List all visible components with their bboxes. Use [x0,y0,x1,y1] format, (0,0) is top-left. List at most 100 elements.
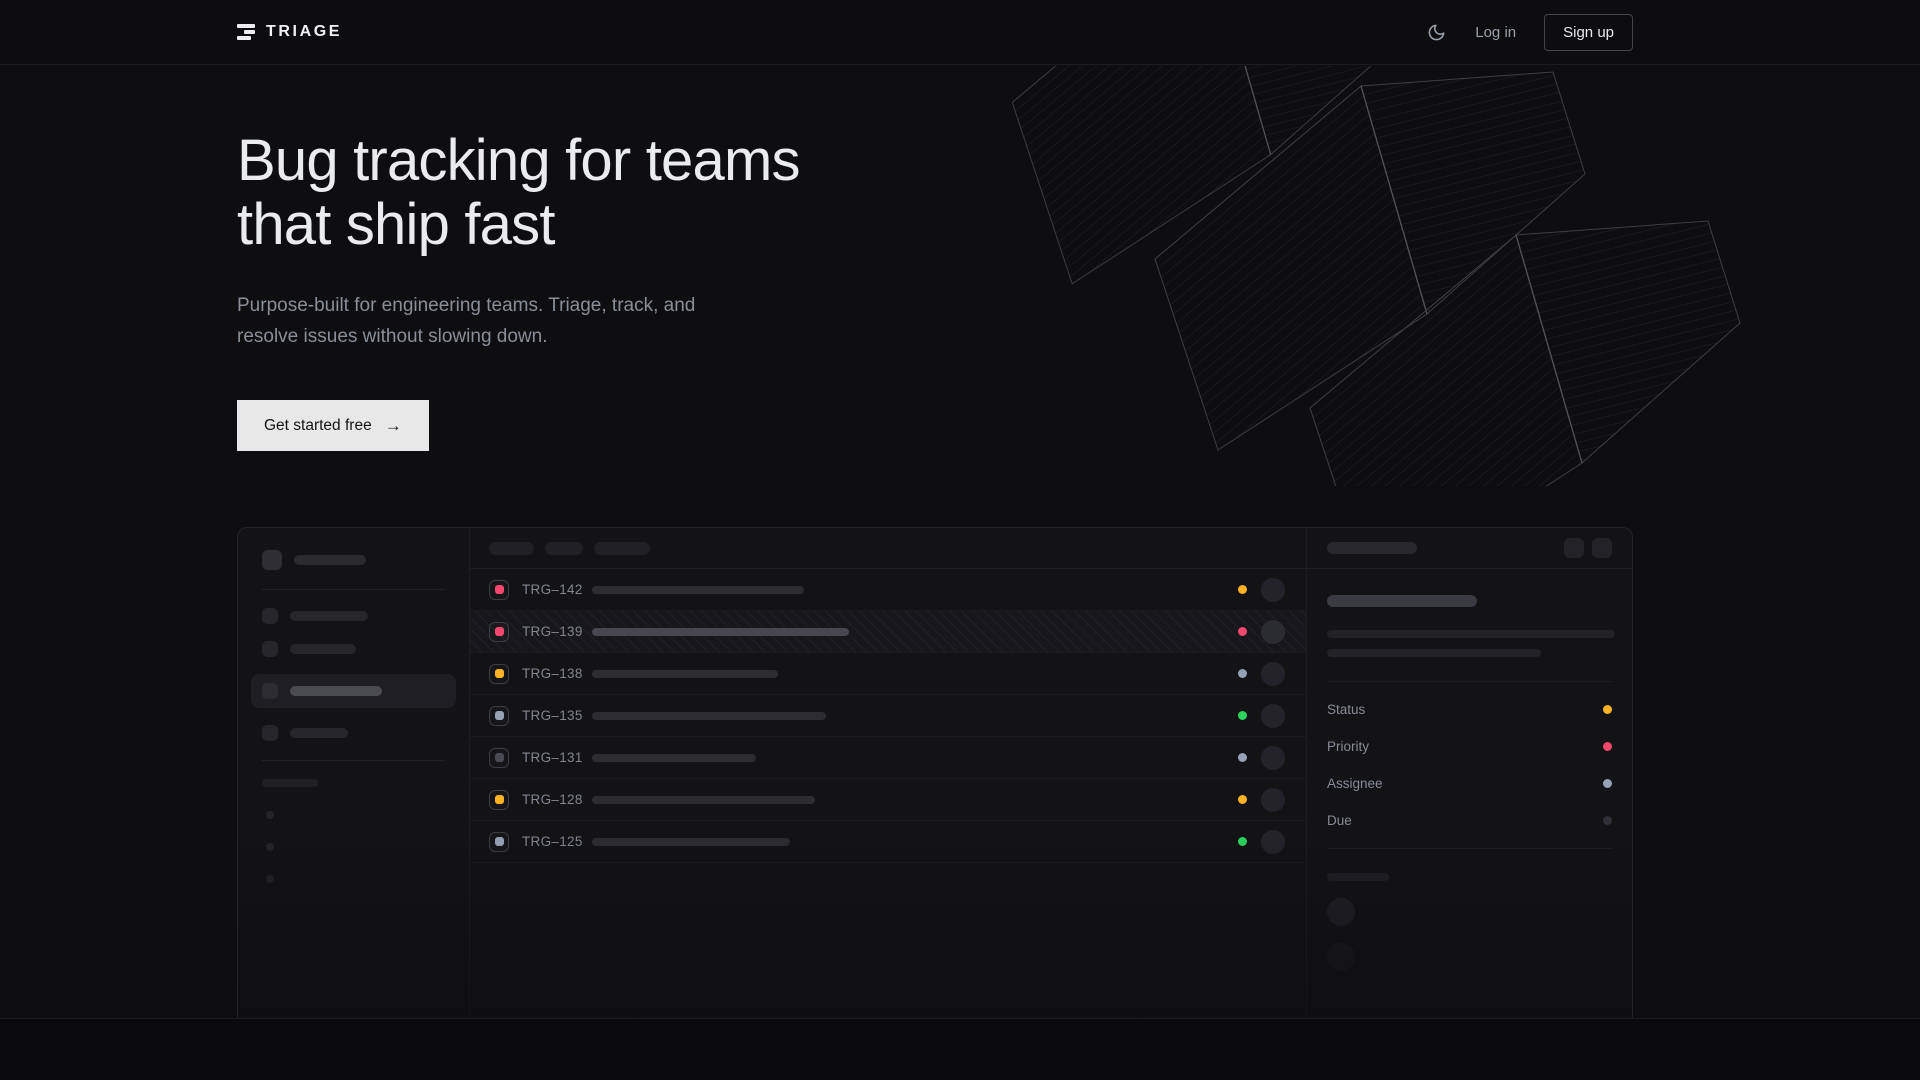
issue-row: TRG–139 [470,611,1306,653]
signup-button[interactable]: Sign up [1544,14,1633,51]
theme-toggle-button[interactable] [1425,21,1447,43]
detail-field-label: Status [1327,702,1365,717]
detail-field-dot [1603,705,1612,714]
issue-type-dot [495,585,504,594]
sidebar-list-dot [266,875,274,883]
detail-field-dot [1603,816,1612,825]
issue-id: TRG–125 [522,834,588,849]
issue-row: TRG–128 [470,779,1306,821]
issue-type-dot [495,669,504,678]
issue-type-dot [495,627,504,636]
issue-type-dot [495,711,504,720]
avatar [1261,578,1285,602]
detail-field-row: Due [1327,802,1612,839]
workspace-name-skeleton [294,555,366,565]
detail-field-row: Priority [1327,728,1612,765]
detail-text-skeleton [1327,630,1615,638]
filter-pill-skeleton [545,542,583,555]
detail-panel-body: Status Priority Assignee Due [1307,569,1632,971]
issue-status-dot [1238,837,1247,846]
issue-row: TRG–138 [470,653,1306,695]
filter-pill-skeleton [489,542,534,555]
brand-logo[interactable]: TRIAGE [237,23,342,41]
issue-title-skeleton [592,754,756,762]
issue-id: TRG–128 [522,792,588,807]
filter-pill-skeleton [594,542,650,555]
detail-text-skeleton [1327,649,1541,657]
next-section-strip [0,1018,1920,1080]
sidebar-list-dot [266,843,274,851]
workspace-icon [262,550,282,570]
issue-type-dot [495,753,504,762]
detail-action-button [1592,538,1612,558]
get-started-button[interactable]: Get started free → [237,400,429,451]
nav-actions: Log in Sign up [1425,14,1633,51]
sidebar-item-icon [262,608,278,624]
issue-status-dot [1238,669,1247,678]
issue-type-icon [489,664,509,684]
detail-action-button [1564,538,1584,558]
detail-header-skeleton [1327,542,1417,554]
triage-logo-icon [237,24,255,40]
issue-type-dot [495,837,504,846]
issue-title-skeleton [592,670,778,678]
issue-status-dot [1238,711,1247,720]
issue-type-icon [489,706,509,726]
sidebar-divider [262,589,445,590]
issue-list-header [470,528,1306,569]
sidebar-item-active [251,674,456,708]
sidebar-section-label-skeleton [262,779,318,787]
moon-icon [1427,23,1446,42]
avatar [1327,943,1355,971]
issue-row: TRG–131 [470,737,1306,779]
issue-row: TRG–135 [470,695,1306,737]
brand-name: TRIAGE [266,23,342,41]
issue-status-dot [1238,585,1247,594]
hero-section: Bug tracking for teams that ship fast Pu… [0,65,1920,451]
avatar [1261,704,1285,728]
detail-field-row: Assignee [1327,765,1612,802]
issue-type-icon [489,580,509,600]
issue-type-icon [489,790,509,810]
sidebar-item [262,725,445,741]
sidebar-item [262,608,445,624]
login-link[interactable]: Log in [1475,24,1516,41]
detail-divider [1327,848,1612,849]
sidebar-item-skeleton [290,728,348,738]
issue-id: TRG–131 [522,750,588,765]
page-title-line-1: Bug tracking for teams [237,129,1920,193]
sidebar-item [262,641,445,657]
issue-type-icon [489,748,509,768]
page-title: Bug tracking for teams that ship fast [237,129,1920,257]
detail-panel-header [1307,528,1632,569]
mockup-detail-panel: Status Priority Assignee Due [1306,528,1632,1018]
mockup-issue-column: TRG–142 TRG–139 TRG–138 TRG–135 [470,528,1306,1018]
issue-row: TRG–142 [470,569,1306,611]
detail-field-row: Status [1327,691,1612,728]
sidebar-item-icon [262,683,278,699]
issue-id: TRG–135 [522,708,588,723]
issue-type-icon [489,622,509,642]
avatar [1327,898,1355,926]
avatar [1261,620,1285,644]
detail-divider [1327,681,1612,682]
detail-header-buttons [1564,538,1612,558]
sidebar-item-skeleton [290,611,368,621]
avatar [1261,662,1285,686]
arrow-right-icon: → [385,417,402,434]
issue-id: TRG–142 [522,582,588,597]
issue-title-skeleton [592,712,826,720]
sidebar-item-skeleton [290,686,382,696]
issue-title-skeleton [592,586,804,594]
workspace-switcher [262,550,445,570]
avatar [1261,788,1285,812]
detail-field-label: Assignee [1327,776,1383,791]
issue-title-skeleton [592,628,849,636]
issue-id: TRG–139 [522,624,588,639]
get-started-label: Get started free [264,417,372,435]
issue-status-dot [1238,627,1247,636]
issue-id: TRG–138 [522,666,588,681]
issue-title-skeleton [592,796,815,804]
detail-field-dot [1603,742,1612,751]
issue-status-dot [1238,795,1247,804]
